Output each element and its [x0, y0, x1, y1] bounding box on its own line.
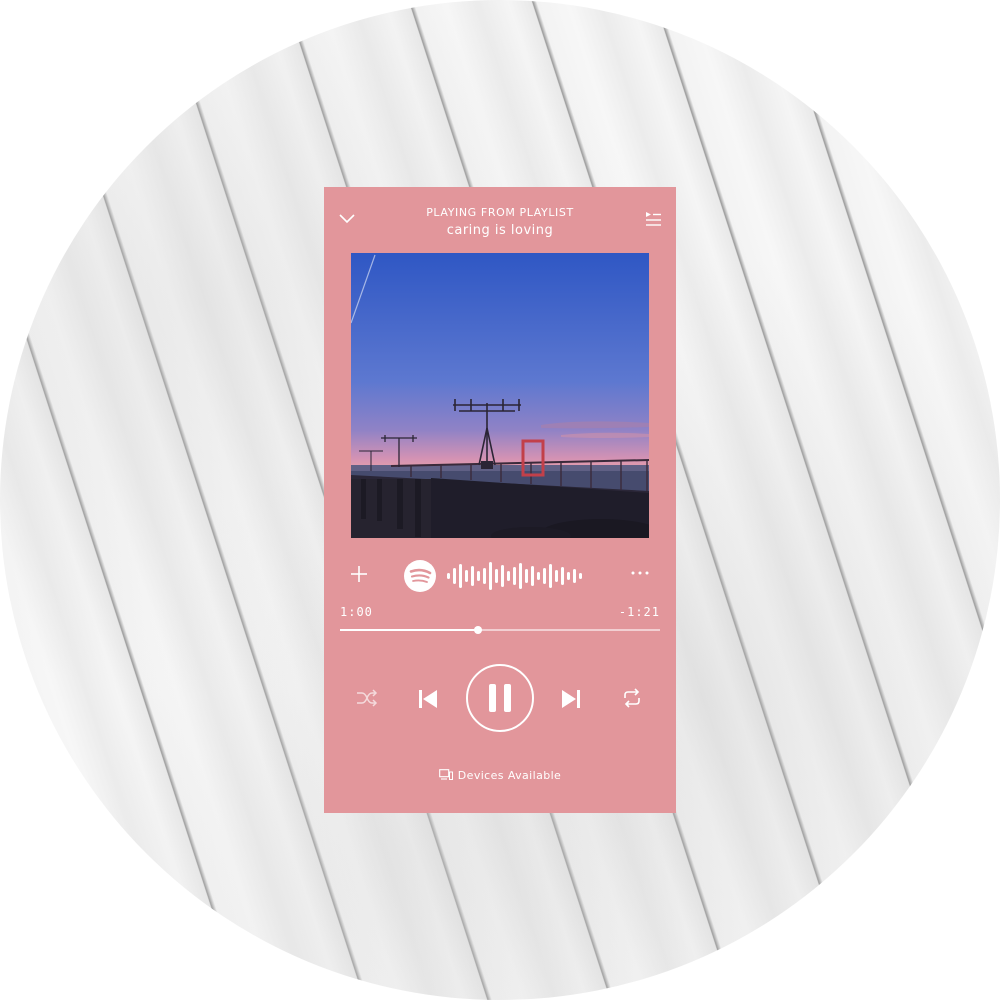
shuffle-icon[interactable]	[356, 688, 378, 708]
pause-icon	[489, 684, 511, 712]
plus-icon[interactable]	[350, 565, 368, 583]
remaining-time: -1:21	[618, 605, 660, 619]
track-actions-row	[324, 559, 676, 595]
queue-icon[interactable]	[644, 211, 662, 227]
time-row: 1:00 -1:21	[340, 605, 660, 621]
elapsed-time: 1:00	[340, 605, 373, 619]
devices-icon	[438, 769, 453, 780]
spotify-code[interactable]	[403, 559, 603, 593]
more-icon[interactable]	[630, 569, 650, 577]
repeat-icon[interactable]	[621, 688, 643, 708]
playing-from-label: PLAYING FROM PLAYLIST	[426, 206, 574, 219]
album-artwork	[351, 253, 649, 538]
pause-button[interactable]	[465, 663, 535, 733]
playback-controls	[324, 663, 676, 735]
playlist-name[interactable]: caring is loving	[324, 223, 676, 238]
progress-fill	[340, 629, 478, 631]
now-playing-card: PLAYING FROM PLAYLIST caring is loving 1…	[324, 187, 676, 813]
skip-back-icon[interactable]	[417, 688, 439, 710]
spotify-logo-icon	[404, 560, 436, 592]
devices-available-link[interactable]: Devices Available	[324, 769, 676, 782]
progress-bar[interactable]	[340, 626, 660, 634]
spotify-code-bars	[447, 562, 582, 590]
skip-forward-icon[interactable]	[560, 688, 582, 710]
progress-handle[interactable]	[473, 626, 482, 634]
devices-label: Devices Available	[457, 769, 562, 782]
